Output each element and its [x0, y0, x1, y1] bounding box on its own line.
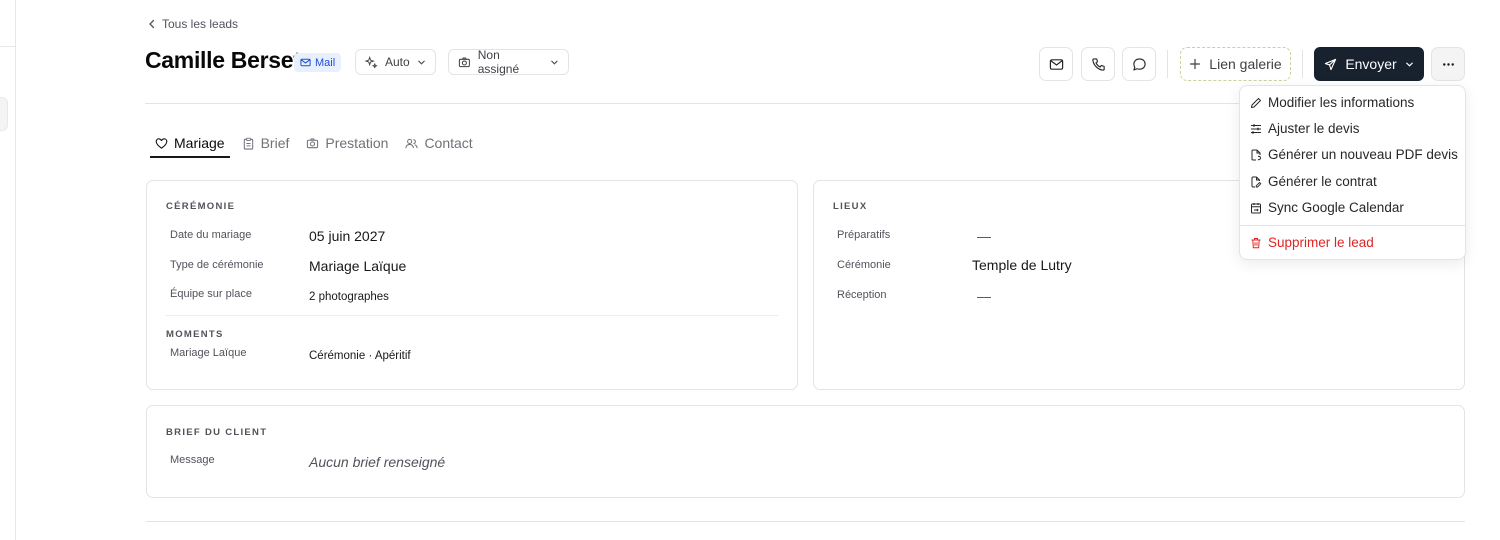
tab-mariage[interactable]: Mariage [150, 128, 230, 158]
source-badge: Mail [294, 53, 342, 72]
tab-contact[interactable]: Contact [400, 128, 477, 158]
tab-bar: Mariage Brief Prestation Contact [150, 128, 485, 158]
clipboard-icon [243, 137, 253, 150]
mode-select-label: Auto [385, 55, 410, 69]
gallery-link-button[interactable]: Lien galerie [1180, 47, 1291, 81]
tab-label: Mariage [174, 135, 225, 151]
menu-item-generate-contract[interactable]: Générer le contrat [1250, 174, 1377, 189]
source-badge-label: Mail [315, 56, 336, 69]
sidebar-active-item[interactable] [0, 97, 8, 131]
mail-icon [300, 58, 311, 67]
tab-brief[interactable]: Brief [237, 128, 295, 158]
menu-item-sync-calendar[interactable]: Sync Google Calendar [1250, 200, 1404, 215]
toolbar-divider [1167, 50, 1168, 78]
chevron-down-icon [1405, 62, 1413, 67]
camera-icon [458, 56, 470, 67]
section-title: CÉRÉMONIE [166, 201, 236, 212]
field-label: Type de cérémonie [170, 259, 264, 271]
assignee-select-label: Non assigné [477, 48, 520, 76]
sliders-icon [1251, 123, 1261, 134]
phone-icon [1091, 57, 1105, 71]
field-label: Mariage Laïque [170, 347, 247, 359]
tab-label: Prestation [325, 135, 389, 151]
back-link-label: Tous les leads [162, 17, 239, 31]
field-label: Préparatifs [837, 229, 891, 241]
send-button[interactable]: Envoyer [1314, 47, 1424, 81]
call-button[interactable] [1081, 47, 1115, 81]
section-title: BRIEF DU CLIENT [166, 427, 268, 438]
send-button-label: Envoyer [1345, 56, 1397, 72]
field-label: Réception [837, 289, 887, 301]
sparkles-icon [365, 55, 378, 68]
menu-item-edit-info[interactable]: Modifier les informations [1250, 95, 1414, 110]
field-label: Équipe sur place [170, 288, 252, 300]
ceremony-venue-value: Temple de Lutry [972, 257, 1072, 273]
moments-value: Cérémonie · Apéritif [309, 350, 411, 362]
chevron-left-icon [149, 19, 155, 29]
ceremony-type-value: Mariage Laïque [309, 258, 407, 274]
calendar-sync-icon [1251, 202, 1261, 213]
mode-select[interactable]: Auto [355, 49, 436, 75]
chevron-down-icon [417, 60, 425, 65]
wedding-date-value: 05 juin 2027 [309, 228, 386, 244]
ceremony-card: CÉRÉMONIE Date du mariage 05 juin 2027 T… [146, 180, 798, 390]
mail-icon [1049, 58, 1063, 70]
sidebar [0, 0, 16, 540]
client-brief-card: BRIEF DU CLIENT Message Aucun brief rens… [146, 405, 1465, 498]
pencil-icon [1251, 97, 1261, 108]
preparation-venue-value: — [977, 228, 991, 244]
chevron-down-icon [551, 60, 558, 65]
users-icon [405, 138, 419, 148]
menu-item-delete-lead[interactable]: Supprimer le lead [1250, 235, 1374, 250]
menu-item-label: Sync Google Calendar [1268, 200, 1404, 215]
message-button[interactable] [1122, 47, 1156, 81]
more-actions-menu: Modifier les informations Ajuster le dev… [1239, 85, 1466, 260]
send-icon [1325, 58, 1337, 70]
section-divider [166, 315, 778, 316]
tab-label: Contact [424, 135, 473, 151]
file-edit-icon [1251, 176, 1262, 187]
back-link[interactable]: Tous les leads [148, 17, 238, 31]
more-actions-button[interactable] [1431, 47, 1465, 81]
sidebar-divider [0, 46, 16, 47]
plus-icon [1190, 58, 1201, 70]
header-divider [145, 103, 1240, 104]
team-value: 2 photographes [309, 291, 389, 303]
heart-icon [155, 137, 168, 149]
gallery-link-label: Lien galerie [1209, 56, 1282, 72]
trash-icon [1251, 237, 1261, 248]
email-button[interactable] [1039, 47, 1073, 81]
reception-venue-value: — [977, 288, 991, 304]
footer-divider [146, 521, 1465, 522]
menu-item-label: Supprimer le lead [1268, 235, 1374, 250]
camera-icon [307, 137, 319, 148]
menu-item-label: Ajuster le devis [1268, 121, 1360, 136]
field-label: Cérémonie [837, 259, 891, 271]
field-label: Date du mariage [170, 229, 252, 241]
menu-item-generate-pdf[interactable]: Générer un nouveau PDF devis [1250, 147, 1458, 162]
menu-item-adjust-quote[interactable]: Ajuster le devis [1250, 121, 1360, 136]
toolbar-divider [1302, 50, 1303, 78]
section-title: MOMENTS [166, 329, 224, 340]
menu-item-label: Modifier les informations [1268, 95, 1415, 110]
brief-message-value: Aucun brief renseigné [309, 454, 446, 470]
section-title: LIEUX [833, 201, 868, 212]
ellipsis-icon [1442, 62, 1454, 66]
file-refresh-icon [1251, 149, 1261, 160]
chat-bubble-icon [1132, 57, 1146, 70]
menu-divider [1240, 225, 1465, 226]
menu-item-label: Générer le contrat [1268, 174, 1377, 189]
assignee-select[interactable]: Non assigné [448, 48, 569, 76]
tab-prestation[interactable]: Prestation [301, 128, 393, 158]
field-label: Message [170, 454, 215, 466]
lead-name: Camille Berset [145, 47, 301, 73]
menu-item-label: Générer un nouveau PDF devis [1268, 147, 1458, 162]
tab-label: Brief [260, 135, 290, 151]
